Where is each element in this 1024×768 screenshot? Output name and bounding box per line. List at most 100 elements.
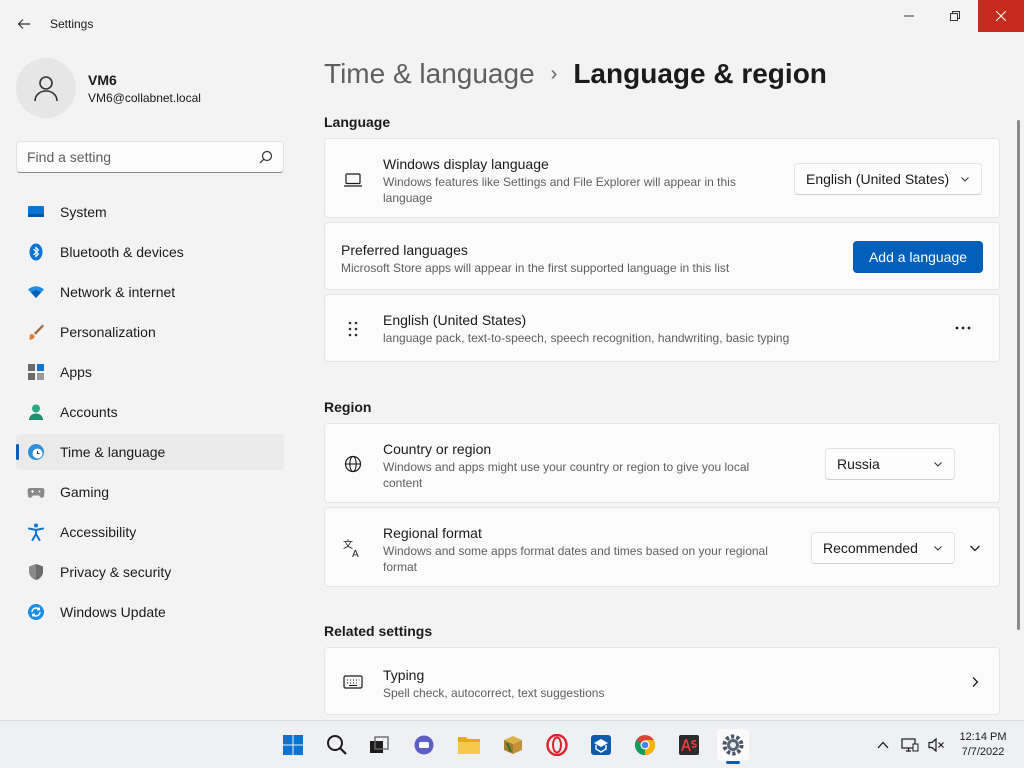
volume-tray-button[interactable]: [926, 735, 946, 755]
sidebar-item-windows-update[interactable]: Windows Update: [16, 594, 284, 630]
sidebar-item-bluetooth[interactable]: Bluetooth & devices: [16, 234, 284, 270]
display-language-title: Windows display language: [383, 156, 549, 172]
file-explorer-icon: [458, 737, 480, 754]
section-title-language: Language: [324, 114, 391, 130]
regional-format-dropdown[interactable]: Recommended: [811, 532, 955, 564]
chat-icon: [414, 735, 434, 755]
typing-desc: Spell check, autocorrect, text suggestio…: [383, 686, 605, 700]
taskbar-app-button[interactable]: [585, 729, 617, 761]
country-region-desc-line2: content: [383, 476, 423, 490]
chrome-button[interactable]: [629, 729, 661, 761]
country-region-desc-line1: Windows and apps might use your country …: [383, 460, 750, 474]
laptop-icon: [343, 170, 363, 190]
opera-icon: [546, 734, 568, 756]
taskbar-clock[interactable]: 12:14 PM 7/7/2022: [950, 730, 1016, 760]
profile-email: VM6@collabnet.local: [88, 90, 201, 105]
taskbar-search-button[interactable]: [321, 729, 353, 761]
minimize-icon: [904, 15, 914, 17]
taskbar-app-button[interactable]: [497, 729, 529, 761]
language-item-desc: language pack, text-to-speech, speech re…: [383, 331, 790, 345]
task-view-button[interactable]: [363, 729, 395, 761]
preferred-languages-desc: Microsoft Store apps will appear in the …: [341, 261, 730, 275]
display-language-dropdown[interactable]: English (United States): [794, 163, 982, 195]
avatar: [16, 58, 76, 118]
breadcrumb-separator: ›: [550, 62, 558, 85]
sidebar-item-privacy[interactable]: Privacy & security: [16, 554, 284, 590]
display-language-desc-line2: language: [383, 191, 433, 205]
brush-icon: [27, 323, 45, 341]
sidebar-item-network[interactable]: Network & internet: [16, 274, 284, 310]
search-input[interactable]: [17, 142, 247, 172]
clock-date: 7/7/2022: [961, 746, 1005, 758]
sidebar-item-label: Time & language: [60, 444, 166, 460]
show-hidden-icons-button[interactable]: [873, 735, 893, 755]
person-icon: [34, 76, 58, 102]
dropdown-value: Russia: [837, 456, 880, 472]
clock-time: 12:14 PM: [959, 731, 1007, 743]
user-profile[interactable]: VM6 VM6@collabnet.local: [16, 58, 201, 118]
task-view-icon: [370, 736, 389, 753]
dropdown-value: English (United States): [806, 171, 950, 187]
more-options-button[interactable]: [947, 312, 979, 344]
regional-format-desc-line2: format: [383, 560, 418, 574]
breadcrumb-parent[interactable]: Time & language: [324, 58, 535, 90]
chrome-icon: [634, 735, 656, 756]
network-monitor-icon: [901, 738, 919, 752]
dropdown-value: Recommended: [823, 540, 918, 556]
chevron-up-icon: [877, 741, 889, 749]
sidebar-item-label: System: [60, 204, 107, 220]
apps-icon: [27, 363, 45, 381]
close-icon: [996, 11, 1006, 21]
sidebar-item-accounts[interactable]: Accounts: [16, 394, 284, 430]
network-icon: [27, 283, 45, 301]
chevron-down-icon: [970, 545, 980, 552]
settings-taskbar-button[interactable]: [717, 729, 749, 764]
start-button[interactable]: [277, 729, 309, 761]
back-button[interactable]: [10, 10, 38, 38]
sidebar-item-personalization[interactable]: Personalization: [16, 314, 284, 350]
sidebar-item-apps[interactable]: Apps: [16, 354, 284, 390]
sidebar-item-gaming[interactable]: Gaming: [16, 474, 284, 510]
regional-format-title: Regional format: [383, 525, 482, 541]
drag-handle-icon[interactable]: [343, 319, 363, 339]
regional-format-desc-line1: Windows and some apps format dates and t…: [383, 544, 768, 558]
sidebar-item-label: Bluetooth & devices: [60, 244, 184, 260]
maximize-icon: [950, 11, 960, 21]
keyboard-icon: [343, 672, 363, 692]
minimize-button[interactable]: [886, 0, 932, 32]
sidebar-nav: System Bluetooth & devices Network & int…: [16, 194, 284, 634]
close-button[interactable]: [978, 0, 1024, 32]
taskbar: 12:14 PM 7/7/2022: [0, 720, 1024, 768]
sidebar-item-system[interactable]: System: [16, 194, 284, 230]
add-language-button[interactable]: Add a language: [853, 241, 983, 273]
sidebar-item-accessibility[interactable]: Accessibility: [16, 514, 284, 550]
app-icon: [591, 735, 611, 755]
maximize-button[interactable]: [932, 0, 978, 32]
regional-format-card: 文A Regional format Windows and some apps…: [324, 507, 1000, 587]
taskbar-app-button[interactable]: [673, 729, 705, 761]
chat-button[interactable]: [408, 729, 440, 761]
country-region-card: Country or region Windows and apps might…: [324, 423, 1000, 503]
search-box[interactable]: [16, 141, 284, 173]
page-title: Language & region: [573, 58, 827, 89]
typing-title: Typing: [383, 667, 425, 683]
network-tray-button[interactable]: [900, 735, 920, 755]
accessibility-icon: [27, 523, 45, 541]
app-title: Settings: [50, 17, 94, 31]
file-explorer-button[interactable]: [453, 729, 485, 761]
opera-button[interactable]: [541, 729, 573, 761]
expand-regional-format-button[interactable]: [959, 532, 991, 564]
volume-muted-icon: [928, 737, 944, 753]
sidebar-item-label: Network & internet: [60, 284, 176, 300]
preferred-languages-title: Preferred languages: [341, 242, 468, 258]
system-icon: [27, 203, 45, 221]
sidebar-item-time-language[interactable]: Time & language: [16, 434, 284, 470]
country-region-dropdown[interactable]: Russia: [825, 448, 955, 480]
back-arrow-icon: [17, 19, 30, 29]
bluetooth-icon: [27, 243, 45, 261]
sidebar-item-label: Personalization: [60, 324, 156, 340]
app-icon: [679, 735, 699, 755]
sidebar-item-label: Accessibility: [60, 524, 137, 540]
typing-card[interactable]: Typing Spell check, autocorrect, text su…: [324, 647, 1000, 715]
scrollbar[interactable]: [1017, 120, 1020, 630]
